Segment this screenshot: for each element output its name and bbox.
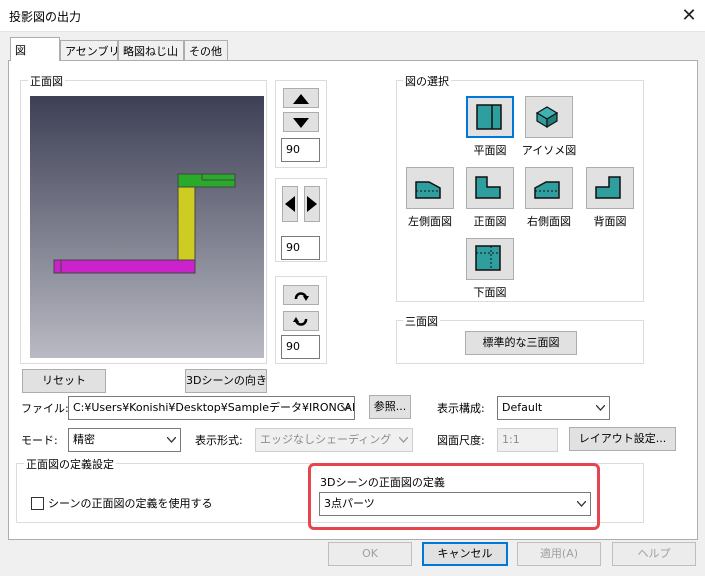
horizontal-angle-input[interactable]: 90 bbox=[281, 236, 320, 260]
rotate-right-button[interactable] bbox=[304, 186, 320, 222]
view-left-button[interactable] bbox=[406, 167, 454, 209]
front-view-group-label: 正面図 bbox=[28, 73, 65, 89]
display-format-select[interactable]: エッジなしシェーディング bbox=[255, 428, 413, 452]
scale-input[interactable]: 1:1 bbox=[497, 428, 558, 452]
part-vertical-post bbox=[177, 186, 196, 261]
view-isometric-button[interactable] bbox=[525, 96, 573, 138]
tab-label: アセンブリ bbox=[65, 45, 120, 58]
ok-button[interactable]: OK bbox=[328, 542, 412, 566]
help-button[interactable]: ヘルプ bbox=[612, 542, 696, 566]
close-icon[interactable]: ✕ bbox=[676, 3, 702, 29]
view-plan-button[interactable] bbox=[466, 96, 514, 138]
mode-select-value: 精密 bbox=[73, 433, 95, 446]
chevron-down-icon bbox=[167, 437, 176, 443]
part-base-bar bbox=[53, 259, 196, 274]
view-back-label: 背面図 bbox=[593, 215, 627, 228]
three-views-group-label: 三面図 bbox=[403, 313, 440, 329]
view-right-label: 右側面図 bbox=[527, 215, 571, 228]
rotate-cw-button[interactable] bbox=[283, 285, 319, 305]
front-definition-group-label: 正面図の定義設定 bbox=[24, 456, 116, 472]
display-config-select[interactable]: Default bbox=[497, 396, 610, 420]
chevron-down-icon bbox=[399, 437, 408, 443]
view-front-label: 正面図 bbox=[473, 215, 507, 228]
display-format-label: 表示形式: bbox=[195, 434, 243, 447]
triangle-right-icon bbox=[307, 196, 317, 212]
view-left-label: 左側面図 bbox=[408, 215, 452, 228]
view-selection-group-label: 図の選択 bbox=[403, 73, 451, 89]
rotate-left-button[interactable] bbox=[282, 186, 298, 222]
standard-three-views-button[interactable]: 標準的な三面図 bbox=[465, 331, 577, 355]
mode-label: モード: bbox=[21, 434, 58, 447]
use-scene-front-checkbox[interactable] bbox=[31, 497, 44, 510]
tab-label: 図 bbox=[15, 44, 26, 57]
part-preview bbox=[53, 173, 236, 274]
tab-view[interactable]: 図 bbox=[10, 37, 60, 61]
tab-label: 略図ねじ山 bbox=[123, 45, 178, 58]
title-bar bbox=[0, 0, 705, 32]
rotate-down-button[interactable] bbox=[283, 112, 319, 132]
highlight-frame bbox=[308, 463, 600, 530]
triangle-down-icon bbox=[293, 118, 309, 128]
window-title: 投影図の出力 bbox=[9, 10, 82, 24]
spin-angle-input[interactable]: 90 bbox=[281, 335, 320, 359]
rotate-up-button[interactable] bbox=[283, 88, 319, 108]
file-label: ファイル: bbox=[21, 402, 69, 415]
view-front-button[interactable] bbox=[466, 167, 514, 209]
right-view-icon bbox=[534, 181, 560, 199]
display-config-label: 表示構成: bbox=[437, 402, 485, 415]
view-back-button[interactable] bbox=[586, 167, 634, 209]
scene-orientation-button[interactable]: 3Dシーンの向き bbox=[185, 369, 267, 393]
display-format-value: エッジなしシェーディング bbox=[260, 433, 392, 446]
rotate-ccw-icon bbox=[293, 317, 308, 326]
chevron-down-icon bbox=[596, 405, 605, 411]
browse-button[interactable]: 参照... bbox=[369, 395, 411, 419]
view-plan-label: 平面図 bbox=[473, 144, 507, 157]
bottom-view-icon bbox=[475, 245, 501, 271]
rotate-cw-icon bbox=[294, 292, 309, 301]
view-bottom-label: 下面図 bbox=[473, 286, 507, 299]
display-config-value: Default bbox=[502, 401, 543, 414]
apply-button[interactable]: 適用(A) bbox=[517, 542, 601, 566]
mode-select[interactable]: 精密 bbox=[68, 428, 181, 452]
cancel-button[interactable]: キャンセル bbox=[422, 542, 508, 566]
tab-label: その他 bbox=[189, 45, 222, 58]
front-view-icon bbox=[475, 176, 501, 199]
tab-thread[interactable]: 略図ねじ山 bbox=[118, 40, 184, 60]
view-right-button[interactable] bbox=[525, 167, 573, 209]
3d-viewport[interactable] bbox=[30, 96, 264, 358]
scale-label: 図面尺度: bbox=[437, 434, 485, 447]
tab-other[interactable]: その他 bbox=[184, 40, 228, 60]
tab-assembly[interactable]: アセンブリ bbox=[60, 40, 120, 60]
vertical-angle-input[interactable]: 90 bbox=[281, 138, 320, 162]
plan-view-icon bbox=[476, 104, 502, 130]
view-bottom-button[interactable] bbox=[466, 238, 514, 280]
chevron-down-icon bbox=[341, 405, 350, 411]
isometric-view-icon bbox=[535, 106, 559, 129]
back-view-icon bbox=[595, 176, 621, 199]
view-isometric-label: アイソメ図 bbox=[521, 144, 577, 157]
rotate-ccw-button[interactable] bbox=[283, 311, 319, 331]
layout-settings-button[interactable]: レイアウト設定... bbox=[569, 427, 676, 451]
file-select[interactable]: C:¥Users¥Konishi¥Desktop¥Sampleデータ¥IRONC… bbox=[68, 396, 355, 420]
reset-button[interactable]: リセット bbox=[22, 369, 106, 393]
left-view-icon bbox=[415, 181, 441, 199]
triangle-left-icon bbox=[285, 196, 295, 212]
use-scene-front-label: シーンの正面図の定義を使用する bbox=[48, 497, 213, 510]
triangle-up-icon bbox=[293, 94, 309, 104]
file-select-value: C:¥Users¥Konishi¥Desktop¥Sampleデータ¥IRONC… bbox=[73, 401, 355, 414]
